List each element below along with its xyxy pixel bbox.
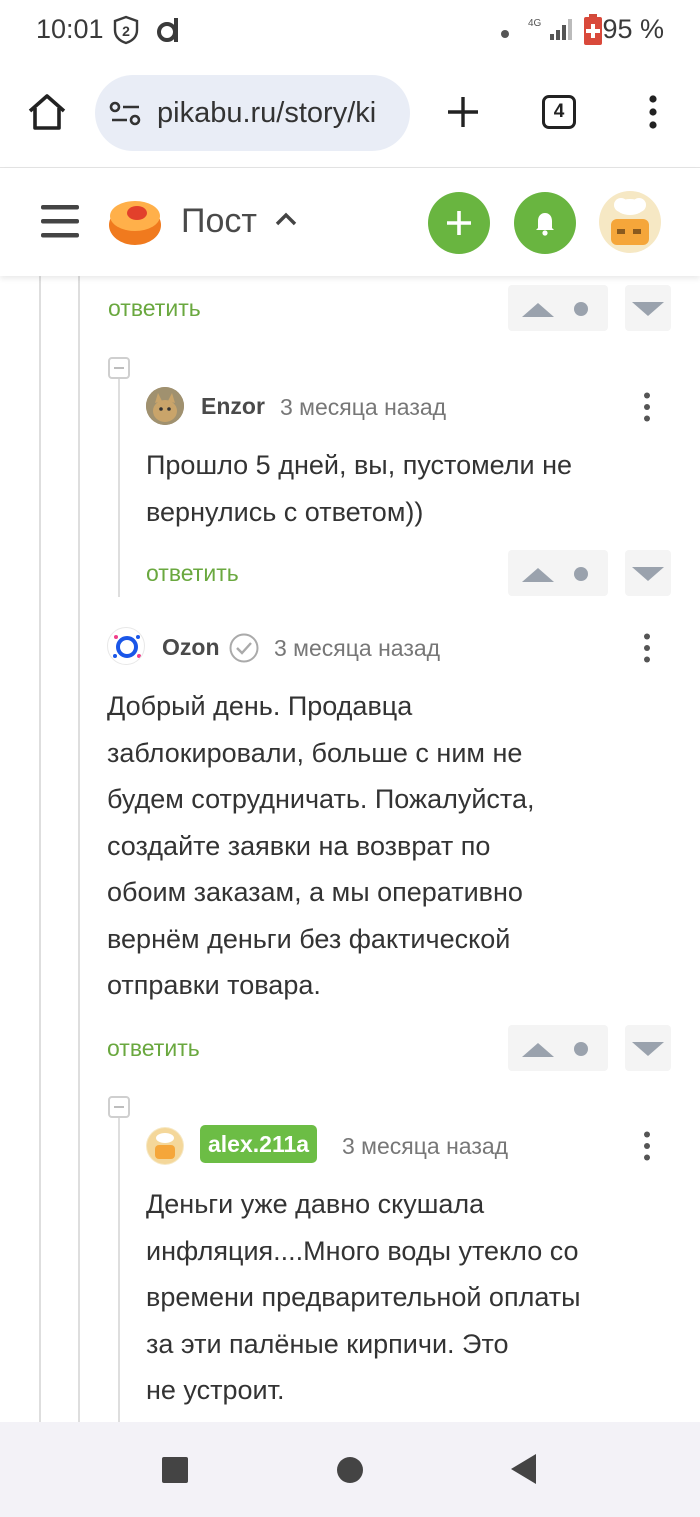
chevron-up-icon[interactable] [275,212,297,231]
bell-icon [536,213,554,236]
pikabu-logo[interactable] [106,193,164,254]
svg-text:4G: 4G [528,18,542,29]
signal-icon: 4G [528,16,574,49]
system-nav-bar [0,1422,700,1517]
downvote-button[interactable] [625,1025,671,1071]
status-time: 10:01 [36,14,104,44]
home-nav-icon[interactable] [336,1456,364,1489]
comment-time[interactable]: 3 месяца назад [274,635,440,662]
vote-box [508,550,608,596]
comment-author-badge[interactable]: alex.211a [200,1125,318,1163]
add-post-button[interactable] [428,192,490,254]
address-bar[interactable]: pikabu.ru/story/ki [95,75,410,151]
recents-icon[interactable] [161,1456,189,1489]
reply-link[interactable]: ответить [146,560,239,587]
reply-link[interactable]: ответить [107,1035,200,1062]
collapse-toggle[interactable] [108,1096,130,1118]
vote-box [508,1025,608,1071]
comment-time[interactable]: 3 месяца назад [280,394,446,421]
tab-switcher-button[interactable]: 4 [542,95,576,129]
reply-link[interactable]: ответить [108,295,201,322]
battery-percent: 95 % [602,14,664,44]
upvote-icon [522,303,554,317]
battery-icon [583,14,603,51]
downvote-button[interactable] [625,550,671,596]
url-text: pikabu.ru/story/ki [157,97,377,129]
user-avatar[interactable] [599,191,661,253]
app-d-icon [156,16,182,49]
ozon-avatar[interactable] [107,627,145,665]
vote-box [508,285,608,331]
verified-check-icon [228,632,260,669]
comment-author[interactable]: Ozon [162,634,220,661]
rating-dot-icon [574,302,588,316]
comment-text: Прошло 5 дней, вы, пустомели не вернулис… [146,450,573,527]
thread-line [118,379,120,597]
upvote-icon [522,568,554,582]
plus-icon [447,211,471,235]
comment-menu-icon[interactable] [643,392,651,422]
hamburger-menu-icon[interactable] [41,203,79,244]
comment-time[interactable]: 3 месяца назад [342,1133,508,1160]
rating-dot-icon [574,567,588,581]
downvote-icon [632,302,664,316]
thread-line [118,1118,120,1422]
comment-menu-icon[interactable] [643,1131,651,1161]
downvote-icon [632,567,664,581]
browser-menu-icon[interactable] [648,95,658,134]
browser-toolbar: pikabu.ru/story/ki 4 [0,62,700,168]
svg-text:2: 2 [122,23,130,39]
page-title[interactable]: Пост [181,202,257,241]
upvote-icon [522,1043,554,1057]
comment-menu-icon[interactable] [643,633,651,663]
collapse-toggle[interactable] [108,357,130,379]
thread-line [39,276,41,1422]
thread-line [78,276,80,1422]
site-header: Пост [0,168,700,276]
status-bar: 10:01 2 4G 95 % [0,0,700,62]
dot-icon [500,26,510,44]
notifications-button[interactable] [514,192,576,254]
back-icon[interactable] [509,1453,537,1490]
comment-author[interactable]: Enzor [201,393,265,420]
rating-dot-icon [574,1042,588,1056]
comments-area: ответить Enzor 3 месяца назад Прошло 5 д… [0,276,700,1422]
comment-text: Добрый день. Продавца заблокировали, бол… [107,691,535,1000]
notification-badge-icon: 2 [112,15,140,50]
enzor-avatar[interactable] [146,387,184,425]
home-icon[interactable] [26,92,68,137]
downvote-button[interactable] [625,285,671,331]
site-settings-icon[interactable] [109,99,143,134]
comment-text: Деньги уже давно скушала инфляция....Мно… [146,1189,581,1405]
downvote-icon [632,1042,664,1056]
alex-avatar[interactable] [146,1127,184,1165]
new-tab-icon[interactable] [445,94,481,135]
